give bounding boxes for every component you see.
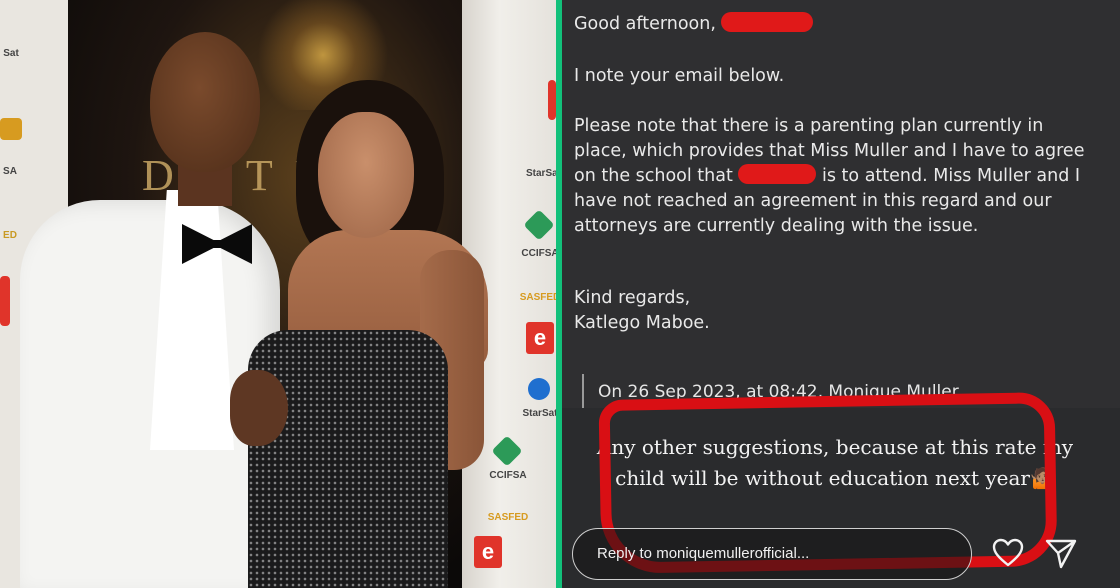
- man-head: [150, 32, 260, 172]
- sponsor-logo-ccifsa: CCIFSA: [521, 248, 556, 259]
- sponsor-logo-sasfed: SASFED: [487, 512, 529, 523]
- woman-face: [318, 112, 414, 238]
- sponsor-red-stripe: [548, 80, 556, 120]
- sponsor-logo-sasfed: SASFED: [519, 292, 556, 303]
- man-hand: [230, 370, 288, 446]
- reply-input[interactable]: Reply to moniquemullerofficial...: [572, 528, 972, 580]
- sponsor-mark: [0, 118, 22, 140]
- email-closing: Kind regards, Katlego Maboe.: [574, 286, 710, 336]
- sponsor-logo-left-top: Sat: [3, 48, 19, 59]
- event-photo: D E T U Sat SA ED StarSat CCIFSA SASFED …: [0, 0, 556, 588]
- email-greeting: Good afternoon,: [574, 12, 814, 37]
- redacted-name: [721, 12, 814, 32]
- sponsor-logo-ccifsa: CCIFSA: [489, 470, 527, 481]
- greeting-text: Good afternoon,: [574, 14, 716, 34]
- sponsor-logo-starsat: StarSat: [526, 168, 556, 179]
- sponsor-mark: [491, 435, 523, 467]
- email-note: I note your email below.: [574, 66, 785, 86]
- sponsor-e-badge: e: [526, 322, 554, 354]
- sponsor-e-badge: e: [474, 536, 502, 568]
- sponsor-logo-starsat: StarSat: [522, 408, 556, 419]
- sponsor-logo-left-low: ED: [3, 230, 17, 241]
- sponsor-mark: [528, 378, 550, 400]
- sponsor-logo-left-mid: SA: [3, 166, 17, 177]
- sponsor-red-stripe: [0, 276, 10, 326]
- heart-icon[interactable]: [992, 538, 1024, 568]
- woman-sequin-dress: [248, 330, 448, 588]
- send-icon[interactable]: [1044, 536, 1078, 570]
- signature-text: Katlego Maboe.: [574, 313, 710, 333]
- redacted-child-name: [738, 164, 817, 184]
- sponsor-mark: [523, 209, 555, 241]
- email-body: Please note that there is a parenting pl…: [574, 114, 1094, 239]
- closing-text: Kind regards,: [574, 288, 691, 308]
